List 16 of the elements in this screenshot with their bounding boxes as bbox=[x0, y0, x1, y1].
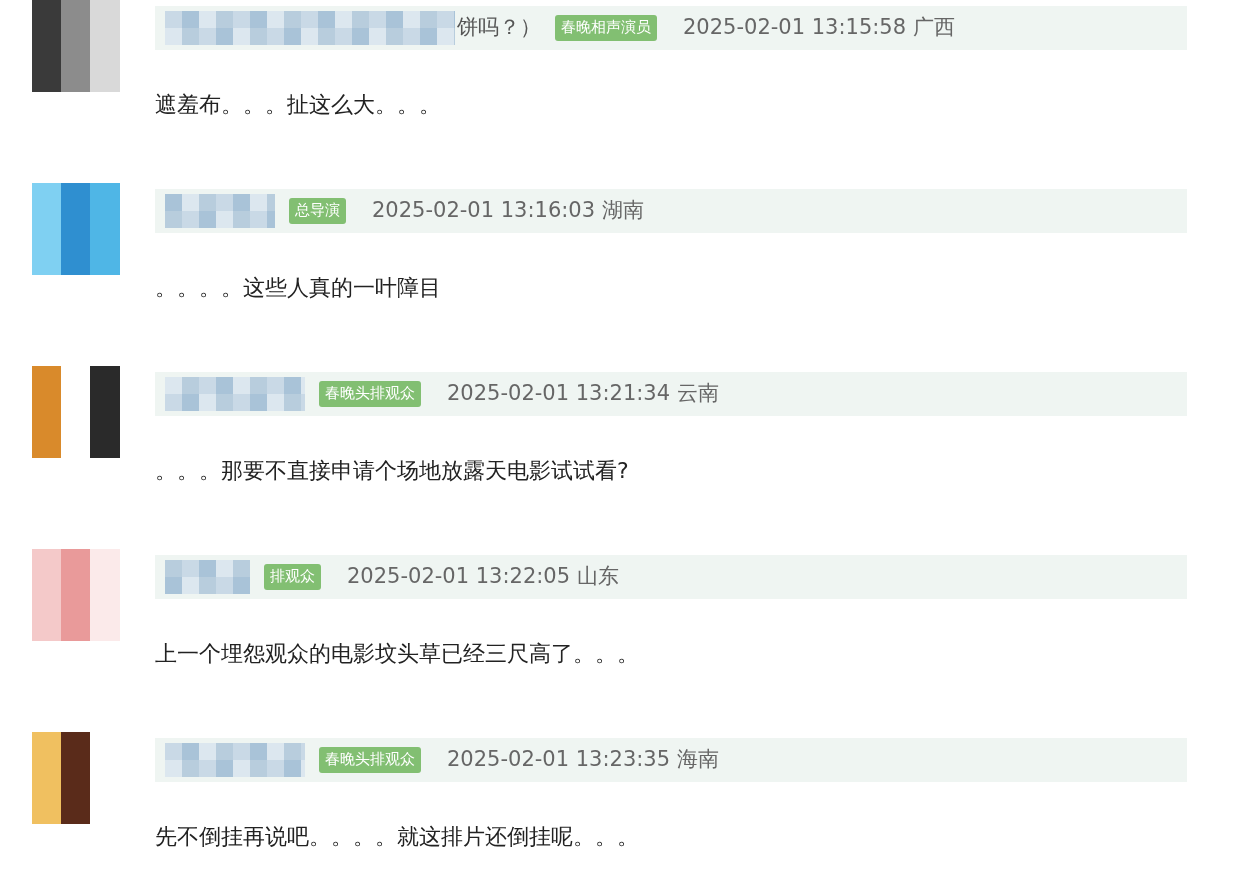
comment-time: 2025-02-01 13:21:34 云南 bbox=[447, 380, 719, 408]
user-name: 饼吗？） bbox=[457, 14, 541, 42]
user-badge: 排观众 bbox=[264, 564, 321, 590]
comment-text: 遮羞布。。。扯这么大。。。 bbox=[155, 91, 442, 119]
user-badge: 总导演 bbox=[289, 198, 346, 224]
user-badge: 春晚头排观众 bbox=[319, 747, 421, 773]
user-badge: 春晚相声演员 bbox=[555, 15, 657, 41]
comment-text: 先不倒挂再说吧。。。。就这排片还倒挂呢。。。 bbox=[155, 823, 640, 851]
comment-time: 2025-02-01 13:15:58 广西 bbox=[683, 14, 955, 42]
comment-time: 2025-02-01 13:22:05 山东 bbox=[347, 563, 619, 591]
user-badge: 春晚头排观众 bbox=[319, 381, 421, 407]
comment-text: 上一个埋怨观众的电影坟头草已经三尺高了。。。 bbox=[155, 640, 640, 668]
comment-text: 。。。。这些人真的一叶障目 bbox=[155, 274, 442, 302]
comment-time: 2025-02-01 13:16:03 湖南 bbox=[372, 197, 644, 225]
comment-time: 2025-02-01 13:23:35 海南 bbox=[447, 746, 719, 774]
comment-text: 。。。那要不直接申请个场地放露天电影试试看? bbox=[155, 457, 630, 485]
